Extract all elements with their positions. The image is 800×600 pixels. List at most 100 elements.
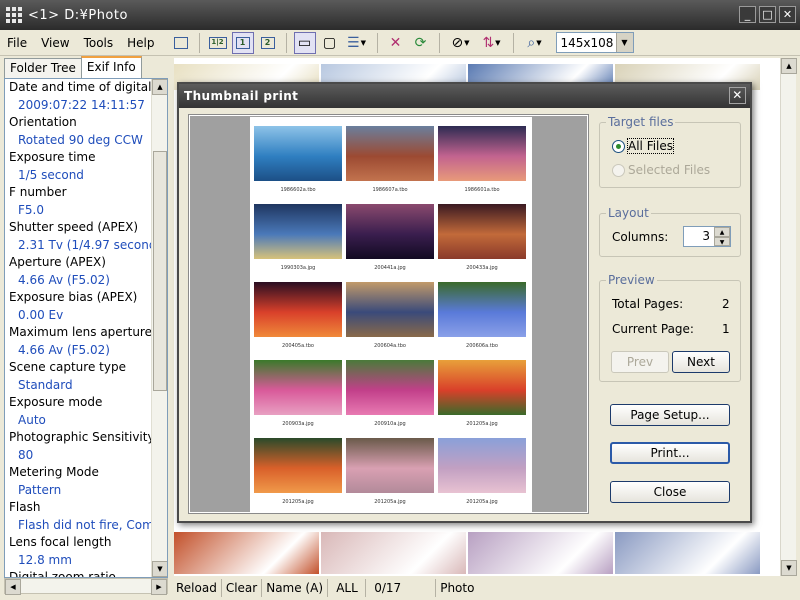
view-two-button[interactable]: 2: [257, 32, 279, 54]
exif-row: Metering Mode Pattern: [5, 464, 153, 499]
tab-exif-info[interactable]: Exif Info: [80, 56, 142, 78]
menu-bar: File View Tools Help 1|2 1 2 ▭ ▢ ☰ ▼ ✕ ⟳…: [0, 30, 800, 56]
title-bar: <1> D:¥Photo _ □ ✕: [0, 0, 800, 30]
preview-caption: 200910a.jpg: [374, 421, 406, 427]
magnifier-icon: ⌕: [527, 34, 536, 51]
preview-thumbnail: [254, 126, 342, 181]
stepper-down-icon[interactable]: ▼: [714, 236, 730, 246]
toolbar-separator: [376, 32, 378, 53]
frame-icon: ▢: [322, 34, 337, 51]
menu-file[interactable]: File: [0, 36, 34, 50]
dialog-title: Thumbnail print: [184, 89, 299, 103]
scroll-down-arrow[interactable]: ▼: [781, 560, 797, 576]
preview-caption: 1986607a.tbo: [372, 187, 408, 193]
delete-button[interactable]: ✕: [385, 32, 407, 54]
tab-folder-tree[interactable]: Folder Tree: [4, 58, 82, 78]
toolbar-separator: [438, 32, 440, 53]
exif-row: Aperture (APEX) 4.66 Av (F5.02): [5, 254, 153, 289]
exif-horizontal-scrollbar[interactable]: ◀ ▶: [4, 578, 168, 595]
rotate-icon: ⊘: [451, 34, 464, 51]
exif-row: Maximum lens aperture (APEX) 4.66 Av (F5.…: [5, 324, 153, 359]
layout-group: Layout Columns: 3 ▲ ▼: [599, 206, 741, 257]
exif-row: Digital zoom ratio: [5, 569, 153, 577]
radio-all-files-label: All Files: [626, 138, 675, 154]
toolbar-separator: [285, 32, 287, 53]
preview-thumbnail: [346, 126, 434, 181]
target-files-title: Target files: [606, 115, 676, 129]
toolbar-separator: [198, 32, 200, 53]
view-one-button[interactable]: 1: [231, 31, 254, 54]
preview-title: Preview: [606, 273, 657, 287]
exif-label: Aperture (APEX): [9, 255, 106, 269]
preview-background: 1986602a.tbo 1986607a.tbo 1986601a.tbo 1990…: [190, 116, 587, 513]
grid-scrollbar[interactable]: ▲ ▼: [780, 58, 797, 576]
page-setup-button[interactable]: Page Setup...: [610, 404, 730, 426]
exif-label: F number: [9, 185, 67, 199]
exif-value: Standard: [18, 378, 73, 392]
comment-button[interactable]: ▭: [293, 31, 316, 54]
toolbar-separator: [512, 32, 514, 53]
preview-thumbnail: [438, 360, 526, 415]
exif-row: Exposure bias (APEX) 0.00 Ev: [5, 289, 153, 324]
thumbnail-image[interactable]: [468, 532, 613, 574]
rotate-button[interactable]: ⊘ ▼: [447, 32, 475, 54]
next-page-button[interactable]: Next: [672, 351, 730, 373]
preview-thumbnail: [254, 360, 342, 415]
exif-label: Photographic Sensitivity: [9, 430, 153, 444]
maximize-button[interactable]: □: [759, 6, 776, 23]
scrollbar-thumb[interactable]: [153, 151, 167, 391]
dual-view-button[interactable]: 1|2: [207, 32, 229, 54]
radio-all-files[interactable]: All Files: [612, 138, 675, 154]
total-pages-value: 2: [722, 297, 730, 311]
minimize-button[interactable]: _: [739, 6, 756, 23]
preview-caption: 1986601a.tbo: [464, 187, 500, 193]
exif-row: Scene capture type Standard: [5, 359, 153, 394]
list-icon: ☰: [347, 34, 360, 51]
exif-value: 4.66 Av (F5.02): [18, 343, 110, 357]
preview-thumbnail: [438, 204, 526, 259]
columns-stepper[interactable]: 3 ▲ ▼: [683, 226, 731, 247]
status-bar: Reload Clear Name (A) ALL 0/17 Photo: [172, 576, 800, 600]
list-view-button[interactable]: ☰ ▼: [344, 32, 370, 54]
menu-tools[interactable]: Tools: [77, 36, 121, 50]
sidebar-tabs: Folder Tree Exif Info: [4, 56, 142, 78]
sort-order[interactable]: Name (A): [262, 579, 329, 597]
scroll-up-arrow[interactable]: ▲: [781, 58, 797, 74]
exif-label: Exposure time: [9, 150, 96, 164]
thumbnail-image[interactable]: [615, 532, 760, 574]
preview-thumbnail: [438, 438, 526, 493]
scroll-left-arrow[interactable]: ◀: [5, 579, 21, 595]
thumbnail-image[interactable]: [174, 532, 319, 574]
exif-value: 4.66 Av (F5.02): [18, 273, 110, 287]
app-grid-icon: [6, 7, 22, 23]
preview-caption: 200604a.tbo: [374, 343, 406, 349]
reload-button[interactable]: Reload: [172, 579, 222, 597]
thumbnail-print-dialog: Thumbnail print ✕ 1986602a.tbo 1986607a.t…: [177, 82, 752, 523]
refresh-button[interactable]: ⟳: [410, 32, 432, 54]
toggle-panel-button[interactable]: [170, 32, 192, 54]
exif-label: Date and time of digital data: [9, 80, 153, 94]
exif-scrollbar[interactable]: ▲ ▼: [151, 79, 167, 577]
sort-button[interactable]: ⇅ ▼: [478, 32, 506, 54]
thumbnail-size-select[interactable]: 145x108 ▼: [555, 32, 634, 53]
chevron-down-icon[interactable]: ▼: [615, 33, 633, 52]
print-button[interactable]: Print...: [610, 442, 730, 464]
zoom-button[interactable]: ⌕ ▼: [521, 32, 549, 54]
scroll-up-arrow[interactable]: ▲: [152, 79, 167, 95]
clear-button[interactable]: Clear: [222, 579, 263, 597]
scroll-right-arrow[interactable]: ▶: [151, 579, 167, 595]
frame-button[interactable]: ▢: [319, 32, 341, 54]
close-dialog-button[interactable]: Close: [610, 481, 730, 503]
scroll-down-arrow[interactable]: ▼: [152, 561, 167, 577]
thumbnail-image[interactable]: [321, 532, 466, 574]
exif-label: Metering Mode: [9, 465, 99, 479]
menu-help[interactable]: Help: [120, 36, 161, 50]
exif-label: Exposure bias (APEX): [9, 290, 138, 304]
menu-view[interactable]: View: [34, 36, 76, 50]
prev-page-button[interactable]: Prev: [611, 351, 669, 373]
exif-row: Lens focal length 12.8 mm: [5, 534, 153, 569]
dialog-close-button[interactable]: ✕: [729, 87, 746, 104]
stepper-up-icon[interactable]: ▲: [714, 227, 730, 237]
exif-value: Auto: [18, 413, 46, 427]
close-window-button[interactable]: ✕: [779, 6, 796, 23]
